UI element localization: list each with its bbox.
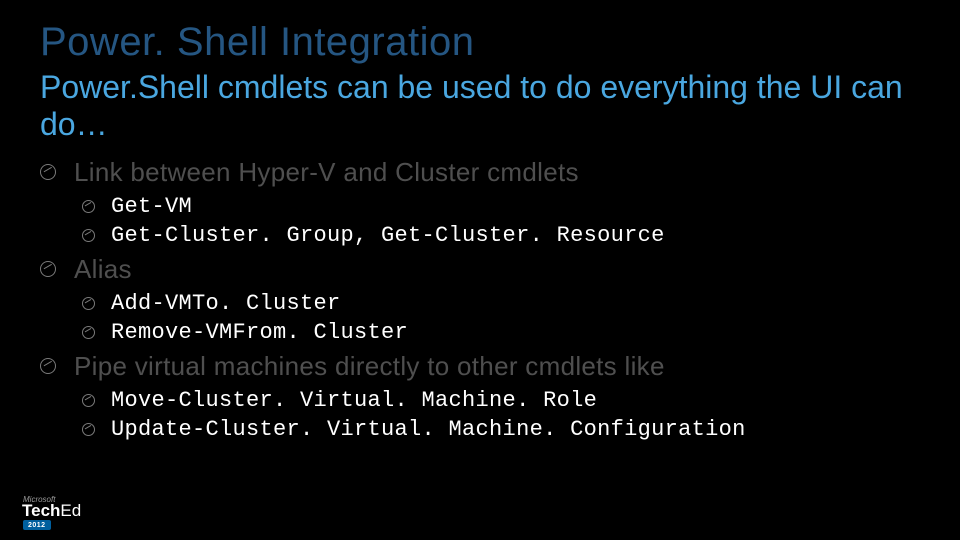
list-item: Add-VMTo. Cluster [82,291,920,316]
clock-bullet-icon [82,423,95,436]
list-item: Move-Cluster. Virtual. Machine. Role [82,388,920,413]
clock-bullet-icon [40,261,56,277]
year-badge: 2012 [23,520,51,530]
section-heading-label: Alias [74,254,132,285]
list-item: Remove-VMFrom. Cluster [82,320,920,345]
clock-bullet-icon [82,200,95,213]
section-pipe-vms: Pipe virtual machines directly to other … [40,351,920,442]
clock-bullet-icon [82,297,95,310]
slide: Power. Shell Integration Power.Shell cmd… [0,0,960,540]
section-heading: Pipe virtual machines directly to other … [40,351,920,382]
slide-subtitle: Power.Shell cmdlets can be used to do ev… [40,69,920,143]
brand-logo: TechEd [22,502,81,519]
slide-title: Power. Shell Integration [40,20,920,65]
cmdlet-text: Get-Cluster. Group, Get-Cluster. Resourc… [111,223,665,248]
brand-bold: Tech [22,501,60,520]
section-alias: Alias Add-VMTo. Cluster Remove-VMFrom. C… [40,254,920,345]
section-heading: Alias [40,254,920,285]
cmdlet-text: Add-VMTo. Cluster [111,291,341,316]
section-link-cmdlets: Link between Hyper-V and Cluster cmdlets… [40,157,920,248]
section-heading-label: Pipe virtual machines directly to other … [74,351,665,382]
clock-bullet-icon [40,358,56,374]
footer-branding: Microsoft TechEd 2012 [22,495,81,530]
clock-bullet-icon [40,164,56,180]
list-item: Get-Cluster. Group, Get-Cluster. Resourc… [82,223,920,248]
clock-bullet-icon [82,229,95,242]
clock-bullet-icon [82,326,95,339]
list-item: Update-Cluster. Virtual. Machine. Config… [82,417,920,442]
list-item: Get-VM [82,194,920,219]
section-heading-label: Link between Hyper-V and Cluster cmdlets [74,157,579,188]
clock-bullet-icon [82,394,95,407]
cmdlet-text: Update-Cluster. Virtual. Machine. Config… [111,417,746,442]
cmdlet-text: Get-VM [111,194,192,219]
cmdlet-text: Remove-VMFrom. Cluster [111,320,408,345]
cmdlet-text: Move-Cluster. Virtual. Machine. Role [111,388,597,413]
section-heading: Link between Hyper-V and Cluster cmdlets [40,157,920,188]
brand-light: Ed [60,501,81,520]
